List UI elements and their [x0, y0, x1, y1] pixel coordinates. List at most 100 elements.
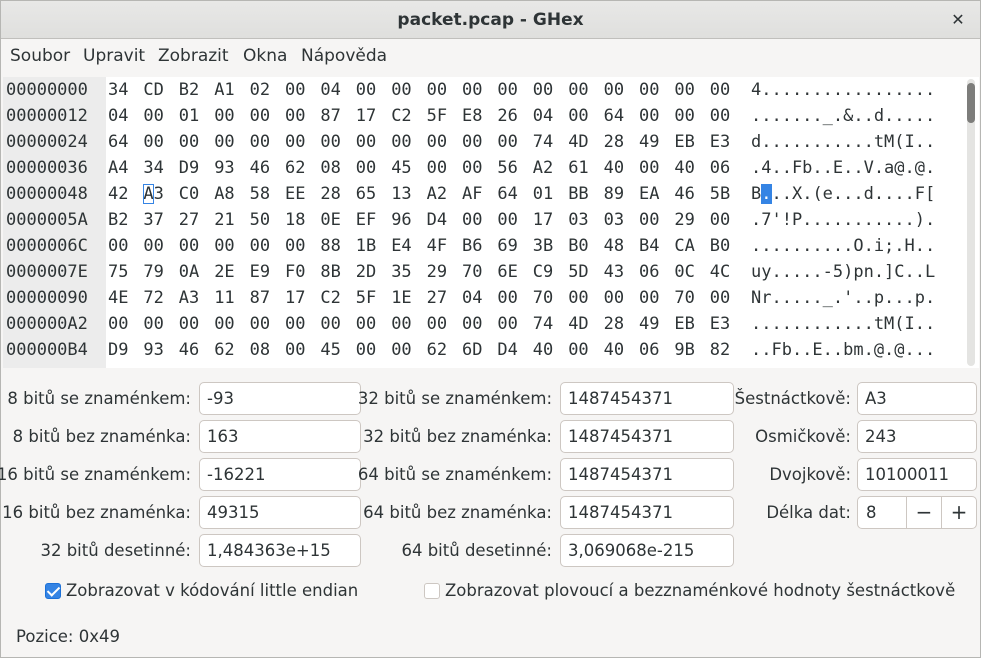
- hex-byte[interactable]: D4: [497, 337, 517, 363]
- menu-okna[interactable]: Okna: [243, 46, 287, 66]
- hex-byte[interactable]: 00: [250, 311, 270, 337]
- entry-u8[interactable]: 163: [199, 420, 361, 453]
- hex-byte[interactable]: 40: [604, 155, 624, 181]
- hex-byte[interactable]: A8: [214, 181, 234, 207]
- hex-byte[interactable]: A4: [108, 155, 128, 181]
- hex-byte[interactable]: 00: [710, 285, 730, 311]
- hex-byte[interactable]: EA: [639, 181, 659, 207]
- ascii-row[interactable]: ..........O.i;.H..: [751, 233, 935, 259]
- hex-byte[interactable]: 00: [250, 233, 270, 259]
- hex-row[interactable]: D9 93 46 62 08 00 45 00 00 62 6D D4 40 00 40 06 9B 82: [108, 337, 748, 363]
- vertical-scrollbar[interactable]: [967, 79, 975, 366]
- ascii-row[interactable]: 4.................: [751, 77, 935, 103]
- hex-byte[interactable]: 45: [391, 155, 411, 181]
- hex-byte[interactable]: EB: [674, 129, 694, 155]
- hex-byte[interactable]: 00: [108, 233, 128, 259]
- hex-byte[interactable]: 40: [533, 337, 553, 363]
- hex-byte[interactable]: 01: [533, 181, 553, 207]
- hex-byte[interactable]: 00: [427, 129, 447, 155]
- hex-byte[interactable]: B4: [639, 233, 659, 259]
- hex-byte[interactable]: 50: [250, 207, 270, 233]
- hex-byte[interactable]: 00: [710, 103, 730, 129]
- entry-f32[interactable]: 1,484363e+15: [199, 534, 361, 567]
- hex-byte[interactable]: 00: [214, 129, 234, 155]
- hex-byte[interactable]: 45: [320, 337, 340, 363]
- hex-byte[interactable]: 27: [179, 207, 199, 233]
- hex-row[interactable]: A4 34 D9 93 46 62 08 00 45 00 00 56 A2 61 40 00 40 06: [108, 155, 748, 181]
- hex-row[interactable]: 34 CD B2 A1 02 00 04 00 00 00 00 00 00 00 00 00 00 00: [108, 77, 748, 103]
- hex-byte[interactable]: AF: [462, 181, 482, 207]
- hex-byte[interactable]: 00: [497, 285, 517, 311]
- ascii-row[interactable]: .7'!P...........).: [751, 207, 935, 233]
- hex-byte[interactable]: 40: [604, 337, 624, 363]
- hex-byte[interactable]: 70: [533, 285, 553, 311]
- hex-byte[interactable]: A1: [214, 77, 234, 103]
- hex-byte[interactable]: 69: [497, 233, 517, 259]
- hex-byte[interactable]: 62: [214, 337, 234, 363]
- hex-byte[interactable]: 00: [285, 311, 305, 337]
- ascii-row[interactable]: ..Fb..E..bm.@.@...: [751, 337, 935, 363]
- hex-byte[interactable]: 00: [356, 155, 376, 181]
- hex-byte[interactable]: 5F: [427, 103, 447, 129]
- hex-byte[interactable]: 96: [391, 207, 411, 233]
- hex-byte[interactable]: 29: [674, 207, 694, 233]
- hex-byte[interactable]: 35: [391, 259, 411, 285]
- hex-byte[interactable]: 00: [604, 77, 624, 103]
- hex-byte[interactable]: 00: [639, 103, 659, 129]
- entry-u16[interactable]: 49315: [199, 496, 361, 529]
- hex-row[interactable]: 42 A3 C0 A8 58 EE 28 65 13 A2 AF 64 01 BB 89 EA 46 5B: [108, 181, 748, 207]
- data-length-spinbutton[interactable]: 8 − +: [857, 496, 977, 529]
- hex-byte[interactable]: 00: [462, 129, 482, 155]
- hex-byte[interactable]: 62: [427, 337, 447, 363]
- entry-s8[interactable]: -93: [199, 382, 361, 415]
- hex-byte[interactable]: 46: [179, 337, 199, 363]
- hex-byte[interactable]: D9: [108, 337, 128, 363]
- hex-byte[interactable]: 04: [108, 103, 128, 129]
- ascii-row[interactable]: Nr....._.'..p...p.: [751, 285, 935, 311]
- hex-byte[interactable]: B0: [710, 233, 730, 259]
- entry-s64[interactable]: 1487454371: [560, 458, 734, 491]
- hex-byte[interactable]: 00: [179, 233, 199, 259]
- menu-zobrazit[interactable]: Zobrazit: [158, 46, 229, 66]
- hex-byte[interactable]: 34: [143, 155, 163, 181]
- hex-byte[interactable]: 88: [320, 233, 340, 259]
- hex-byte[interactable]: 00: [533, 77, 553, 103]
- minus-button[interactable]: −: [906, 497, 941, 528]
- hex-byte[interactable]: 87: [250, 285, 270, 311]
- hex-byte[interactable]: 64: [604, 103, 624, 129]
- hex-byte[interactable]: 00: [143, 233, 163, 259]
- hex-byte[interactable]: A2: [427, 181, 447, 207]
- hex-row[interactable]: 75 79 0A 2E E9 F0 8B 2D 35 29 70 6E C9 5D 43 06 0C 4C: [108, 259, 748, 285]
- hex-byte[interactable]: 43: [604, 259, 624, 285]
- hex-byte[interactable]: 82: [710, 337, 730, 363]
- hex-byte[interactable]: 4E: [108, 285, 128, 311]
- hex-byte[interactable]: 42: [108, 181, 128, 207]
- close-icon[interactable]: ✕: [948, 10, 968, 30]
- hex-byte[interactable]: 17: [285, 285, 305, 311]
- little-endian-checkbox[interactable]: [45, 583, 61, 599]
- hex-byte[interactable]: 00: [356, 129, 376, 155]
- hex-byte[interactable]: 02: [250, 77, 270, 103]
- menu-napoveda[interactable]: Nápověda: [301, 46, 387, 66]
- hex-byte[interactable]: 64: [497, 181, 517, 207]
- hex-byte[interactable]: C2: [320, 285, 340, 311]
- hex-byte[interactable]: 1E: [391, 285, 411, 311]
- hex-byte[interactable]: 28: [320, 181, 340, 207]
- hex-byte[interactable]: 00: [356, 77, 376, 103]
- hex-byte[interactable]: C0: [179, 181, 199, 207]
- hex-byte[interactable]: 00: [674, 77, 694, 103]
- hex-byte[interactable]: 58: [250, 181, 270, 207]
- hex-byte[interactable]: 00: [568, 77, 588, 103]
- hex-byte[interactable]: EE: [285, 181, 305, 207]
- hex-byte[interactable]: 87: [320, 103, 340, 129]
- entry-u32[interactable]: 1487454371: [560, 420, 734, 453]
- hex-byte[interactable]: A2: [533, 155, 553, 181]
- hex-byte[interactable]: 28: [604, 311, 624, 337]
- hex-byte[interactable]: 0C: [674, 259, 694, 285]
- hex-byte[interactable]: B0: [568, 233, 588, 259]
- hex-byte[interactable]: 01: [179, 103, 199, 129]
- hex-byte[interactable]: 9B: [674, 337, 694, 363]
- hex-byte[interactable]: B2: [179, 77, 199, 103]
- hex-byte[interactable]: 00: [285, 129, 305, 155]
- hex-byte[interactable]: 00: [462, 207, 482, 233]
